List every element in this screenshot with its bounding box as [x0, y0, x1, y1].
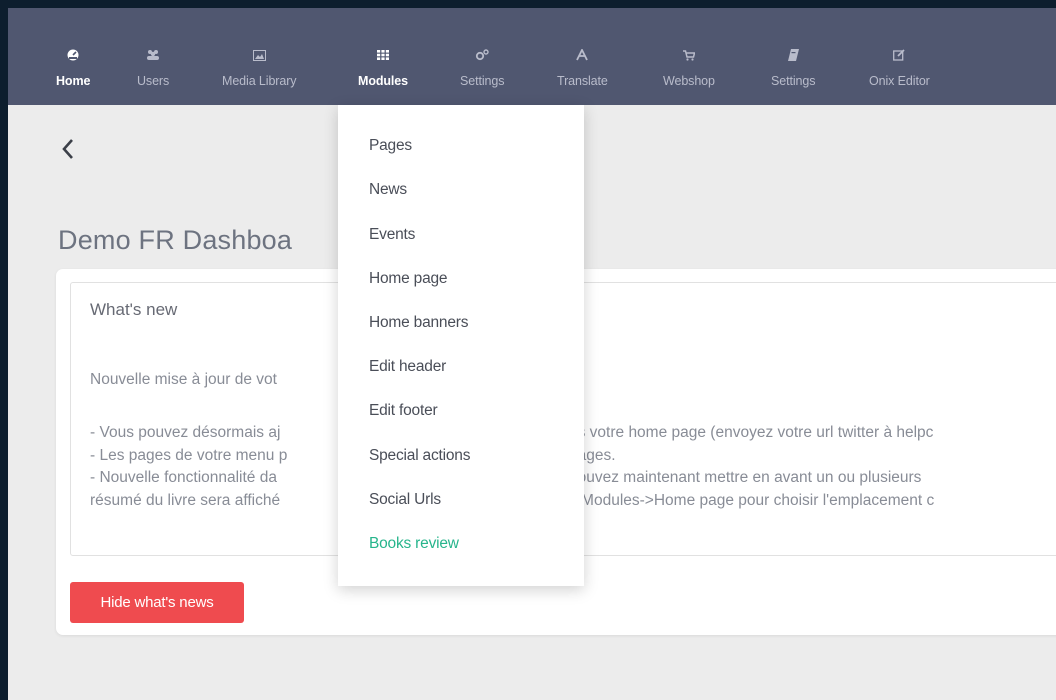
nav-label: Home: [56, 74, 91, 88]
nav-label: Translate: [557, 74, 608, 88]
nav-label: Onix Editor: [869, 74, 930, 88]
menu-item-social-urls[interactable]: Social Urls: [369, 486, 441, 514]
book-icon: [786, 48, 800, 62]
hide-whats-new-button[interactable]: Hide what's news: [70, 582, 244, 623]
news-line-left: résumé du livre sera affiché: [90, 491, 281, 509]
menu-item-events[interactable]: Events: [369, 221, 415, 249]
nav-item-settings[interactable]: Settings: [460, 48, 504, 98]
nav-item-home[interactable]: Home: [56, 48, 90, 98]
nav-item-translate[interactable]: Translate: [557, 48, 608, 98]
nav-item-webshop[interactable]: Webshop: [663, 48, 715, 98]
menu-item-home-page[interactable]: Home page: [369, 265, 448, 293]
menu-item-edit-header[interactable]: Edit header: [369, 353, 446, 381]
gears-icon: [475, 48, 489, 62]
nav-label: Media Library: [222, 74, 297, 88]
modules-dropdown-menu: Pages News Events Home page Home banners…: [338, 105, 584, 586]
news-line-right: ns votre home page (envoyez votre url tw…: [569, 424, 934, 441]
chevron-left-icon: [62, 139, 73, 159]
nav-label: Webshop: [663, 74, 715, 88]
nav-label: Users: [137, 74, 170, 88]
menu-item-home-banners[interactable]: Home banners: [369, 309, 468, 337]
menu-item-edit-footer[interactable]: Edit footer: [369, 397, 438, 425]
panel-heading: What's new: [90, 300, 178, 319]
nav-item-media-library[interactable]: Media Library: [222, 48, 297, 98]
nav-label: Settings: [460, 74, 505, 88]
nav-item-modules[interactable]: Modules: [358, 48, 408, 98]
menu-item-pages[interactable]: Pages: [369, 132, 412, 160]
nav-item-onix-editor[interactable]: Onix Editor: [869, 48, 930, 98]
news-line-right: pouvez maintenant mettre en avant un ou …: [569, 469, 922, 486]
news-line-right: s Modules->Home page pour choisir l'empl…: [569, 491, 935, 509]
font-icon: [575, 48, 589, 62]
news-line-left: - Vous pouvez désormais aj: [90, 424, 281, 441]
nav-label: Settings: [771, 74, 816, 88]
cart-icon: [682, 48, 696, 62]
nav-item-settings-2[interactable]: Settings: [771, 48, 815, 98]
news-line-left: - Les pages de votre menu p: [90, 446, 288, 464]
whats-new-lines: - Vous pouvez désormais aj ns votre home…: [90, 422, 934, 513]
menu-item-books-review[interactable]: Books review: [369, 530, 459, 558]
menu-item-news[interactable]: News: [369, 176, 407, 204]
back-button[interactable]: [58, 136, 78, 162]
nav-item-users[interactable]: Users: [137, 48, 169, 98]
dashboard-icon: [66, 48, 80, 62]
grid-icon: [376, 48, 390, 62]
nav-label: Modules: [358, 74, 408, 88]
app-window: Home Users Media Library Modules Setting…: [8, 8, 1056, 700]
news-line: - Vous pouvez désormais aj ns votre home…: [90, 422, 933, 445]
top-navigation: Home Users Media Library Modules Setting…: [8, 8, 1056, 105]
news-line: - Nouvelle fonctionnalité da pouvez main…: [90, 467, 921, 490]
users-icon: [146, 48, 160, 62]
image-icon: [252, 48, 266, 62]
page-title: Demo FR Dashboa: [58, 225, 293, 255]
news-line: résumé du livre sera affiché s Modules->…: [90, 490, 934, 513]
news-line-left: - Nouvelle fonctionnalité da: [90, 469, 277, 486]
news-line: - Les pages de votre menu p pages.: [90, 445, 616, 468]
edit-icon: [892, 48, 906, 62]
menu-item-special-actions[interactable]: Special actions: [369, 442, 470, 470]
whats-new-intro: Nouvelle mise à jour de vot: [90, 371, 277, 388]
